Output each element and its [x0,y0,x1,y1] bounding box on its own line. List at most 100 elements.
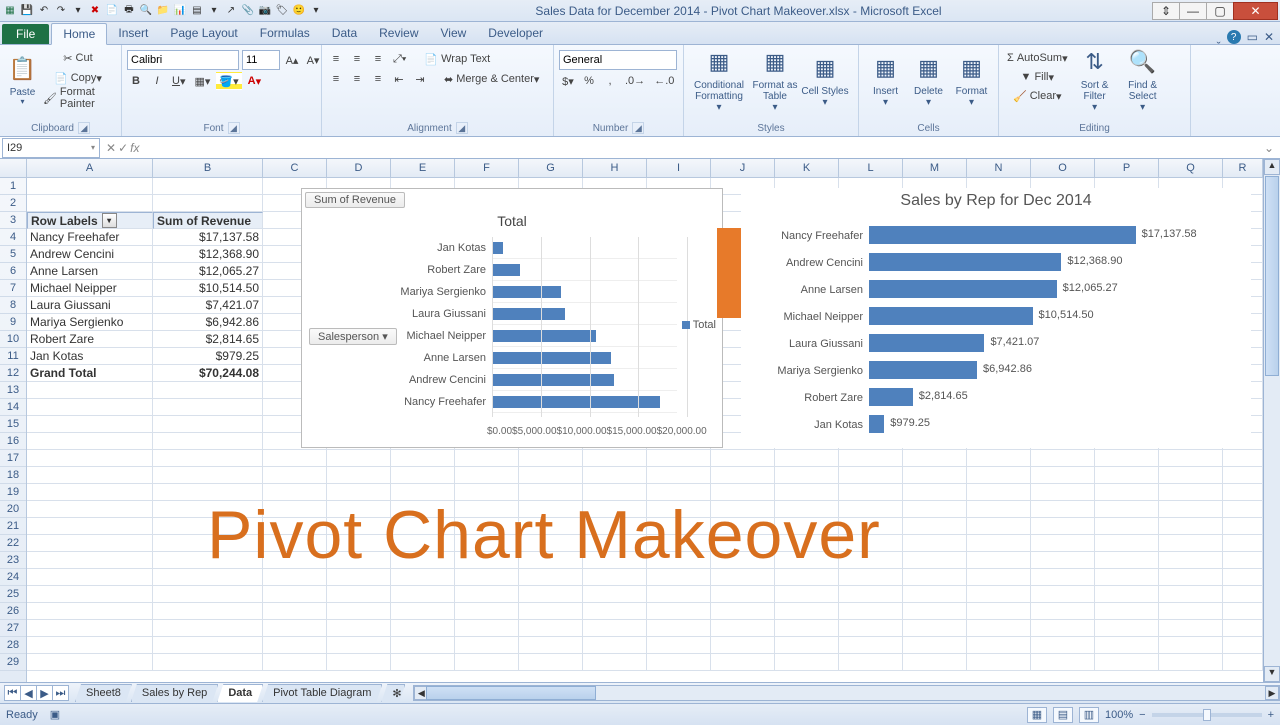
cell[interactable] [519,620,583,637]
file-tab[interactable]: File [2,24,49,44]
cell[interactable] [1095,569,1159,586]
align-right-button[interactable]: ≡ [369,70,387,88]
dialog-launcher-icon[interactable]: ◢ [456,122,468,134]
row-header[interactable]: 5 [0,246,26,263]
cell[interactable]: Row Labels▾ [27,212,153,229]
cell[interactable]: Grand Total [27,365,153,382]
cell[interactable] [455,603,519,620]
cell[interactable] [711,467,775,484]
cell[interactable] [391,450,455,467]
currency-button[interactable]: $▾ [559,72,577,90]
row-header[interactable]: 14 [0,399,26,416]
pivot-axis-field-pill[interactable]: Salesperson ▾ [309,328,397,345]
cell[interactable] [27,467,153,484]
cell[interactable] [455,637,519,654]
paste-button[interactable]: 📋Paste▾ [5,47,40,113]
row-header[interactable]: 27 [0,620,26,637]
qat-icon[interactable]: 📄 [104,3,120,19]
column-header[interactable]: J [711,159,775,177]
cell[interactable] [153,586,263,603]
cell[interactable] [903,654,967,671]
row-header[interactable]: 22 [0,535,26,552]
qat-icon[interactable]: 📊 [172,3,188,19]
cell[interactable] [327,654,391,671]
cell[interactable] [27,450,153,467]
row-header[interactable]: 1 [0,178,26,195]
fill-button[interactable]: ▼ Fill ▾ [1004,68,1071,86]
format-as-table-button[interactable]: ▦Format as Table▾ [749,47,801,113]
row-header[interactable]: 28 [0,637,26,654]
cell[interactable] [967,518,1031,535]
cell[interactable] [27,569,153,586]
font-name-select[interactable] [127,50,239,70]
dialog-launcher-icon[interactable]: ◢ [228,122,240,134]
minimize-button[interactable]: — [1179,2,1207,20]
cell[interactable] [967,603,1031,620]
sheet-tab[interactable]: Sales by Rep [131,684,218,702]
cell[interactable] [1031,569,1095,586]
column-header[interactable]: K [775,159,839,177]
cell[interactable] [327,586,391,603]
undo-icon[interactable]: ↶ [36,3,52,19]
cell[interactable] [153,416,263,433]
cell[interactable] [27,195,153,212]
qat-icon[interactable]: 🔍 [138,3,154,19]
cell[interactable] [27,620,153,637]
zoom-level[interactable]: 100% [1105,709,1133,721]
cell[interactable] [647,637,711,654]
cell[interactable] [263,637,327,654]
cell[interactable] [327,637,391,654]
cell[interactable] [1223,467,1263,484]
cell[interactable] [1031,501,1095,518]
cell[interactable] [1159,620,1223,637]
cell[interactable] [711,637,775,654]
cell[interactable]: $10,514.50 [153,280,263,297]
row-header[interactable]: 29 [0,654,26,671]
cell[interactable] [1031,603,1095,620]
scroll-up-icon[interactable]: ▲ [1264,159,1280,175]
cell[interactable] [839,586,903,603]
cell[interactable]: $2,814.65 [153,331,263,348]
cell[interactable] [711,603,775,620]
qat-icon[interactable]: ▤ [189,3,205,19]
qat-icon[interactable]: 🙂 [291,3,307,19]
inc-decimal-button[interactable]: .0→ [622,72,648,90]
cell[interactable] [583,467,647,484]
cell[interactable] [153,433,263,450]
maximize-button[interactable]: ▢ [1206,2,1234,20]
cell[interactable] [27,603,153,620]
cell[interactable] [153,654,263,671]
cell[interactable] [1223,450,1263,467]
cell[interactable] [455,586,519,603]
orientation-button[interactable]: ⤢▾ [390,50,409,68]
cell[interactable] [583,637,647,654]
cell[interactable] [153,467,263,484]
row-header[interactable]: 21 [0,518,26,535]
font-color-button[interactable]: A▾ [245,72,264,90]
cell[interactable] [27,484,153,501]
format-painter-button[interactable]: 🖌 Format Painter [40,89,116,107]
row-header[interactable]: 7 [0,280,26,297]
cell[interactable] [1159,552,1223,569]
column-header[interactable]: E [391,159,455,177]
cell[interactable] [153,399,263,416]
cell[interactable] [647,586,711,603]
cell[interactable] [27,654,153,671]
cell[interactable]: $6,942.86 [153,314,263,331]
cell[interactable] [391,467,455,484]
cell[interactable]: $979.25 [153,348,263,365]
cell[interactable] [903,569,967,586]
percent-button[interactable]: % [580,72,598,90]
qat-icon[interactable]: 📷 [257,3,273,19]
cell[interactable] [1031,637,1095,654]
cell[interactable] [27,399,153,416]
cell[interactable] [1159,535,1223,552]
grow-font-button[interactable]: A▴ [283,51,301,69]
horizontal-scrollbar[interactable]: ◀ ▶ [413,685,1280,701]
ribbon-tab-data[interactable]: Data [321,23,368,44]
cell[interactable] [1159,654,1223,671]
row-header[interactable]: 20 [0,501,26,518]
insert-cells-button[interactable]: ▦Insert▾ [864,47,907,113]
row-header[interactable]: 19 [0,484,26,501]
normal-view-button[interactable]: ▦ [1027,707,1047,723]
